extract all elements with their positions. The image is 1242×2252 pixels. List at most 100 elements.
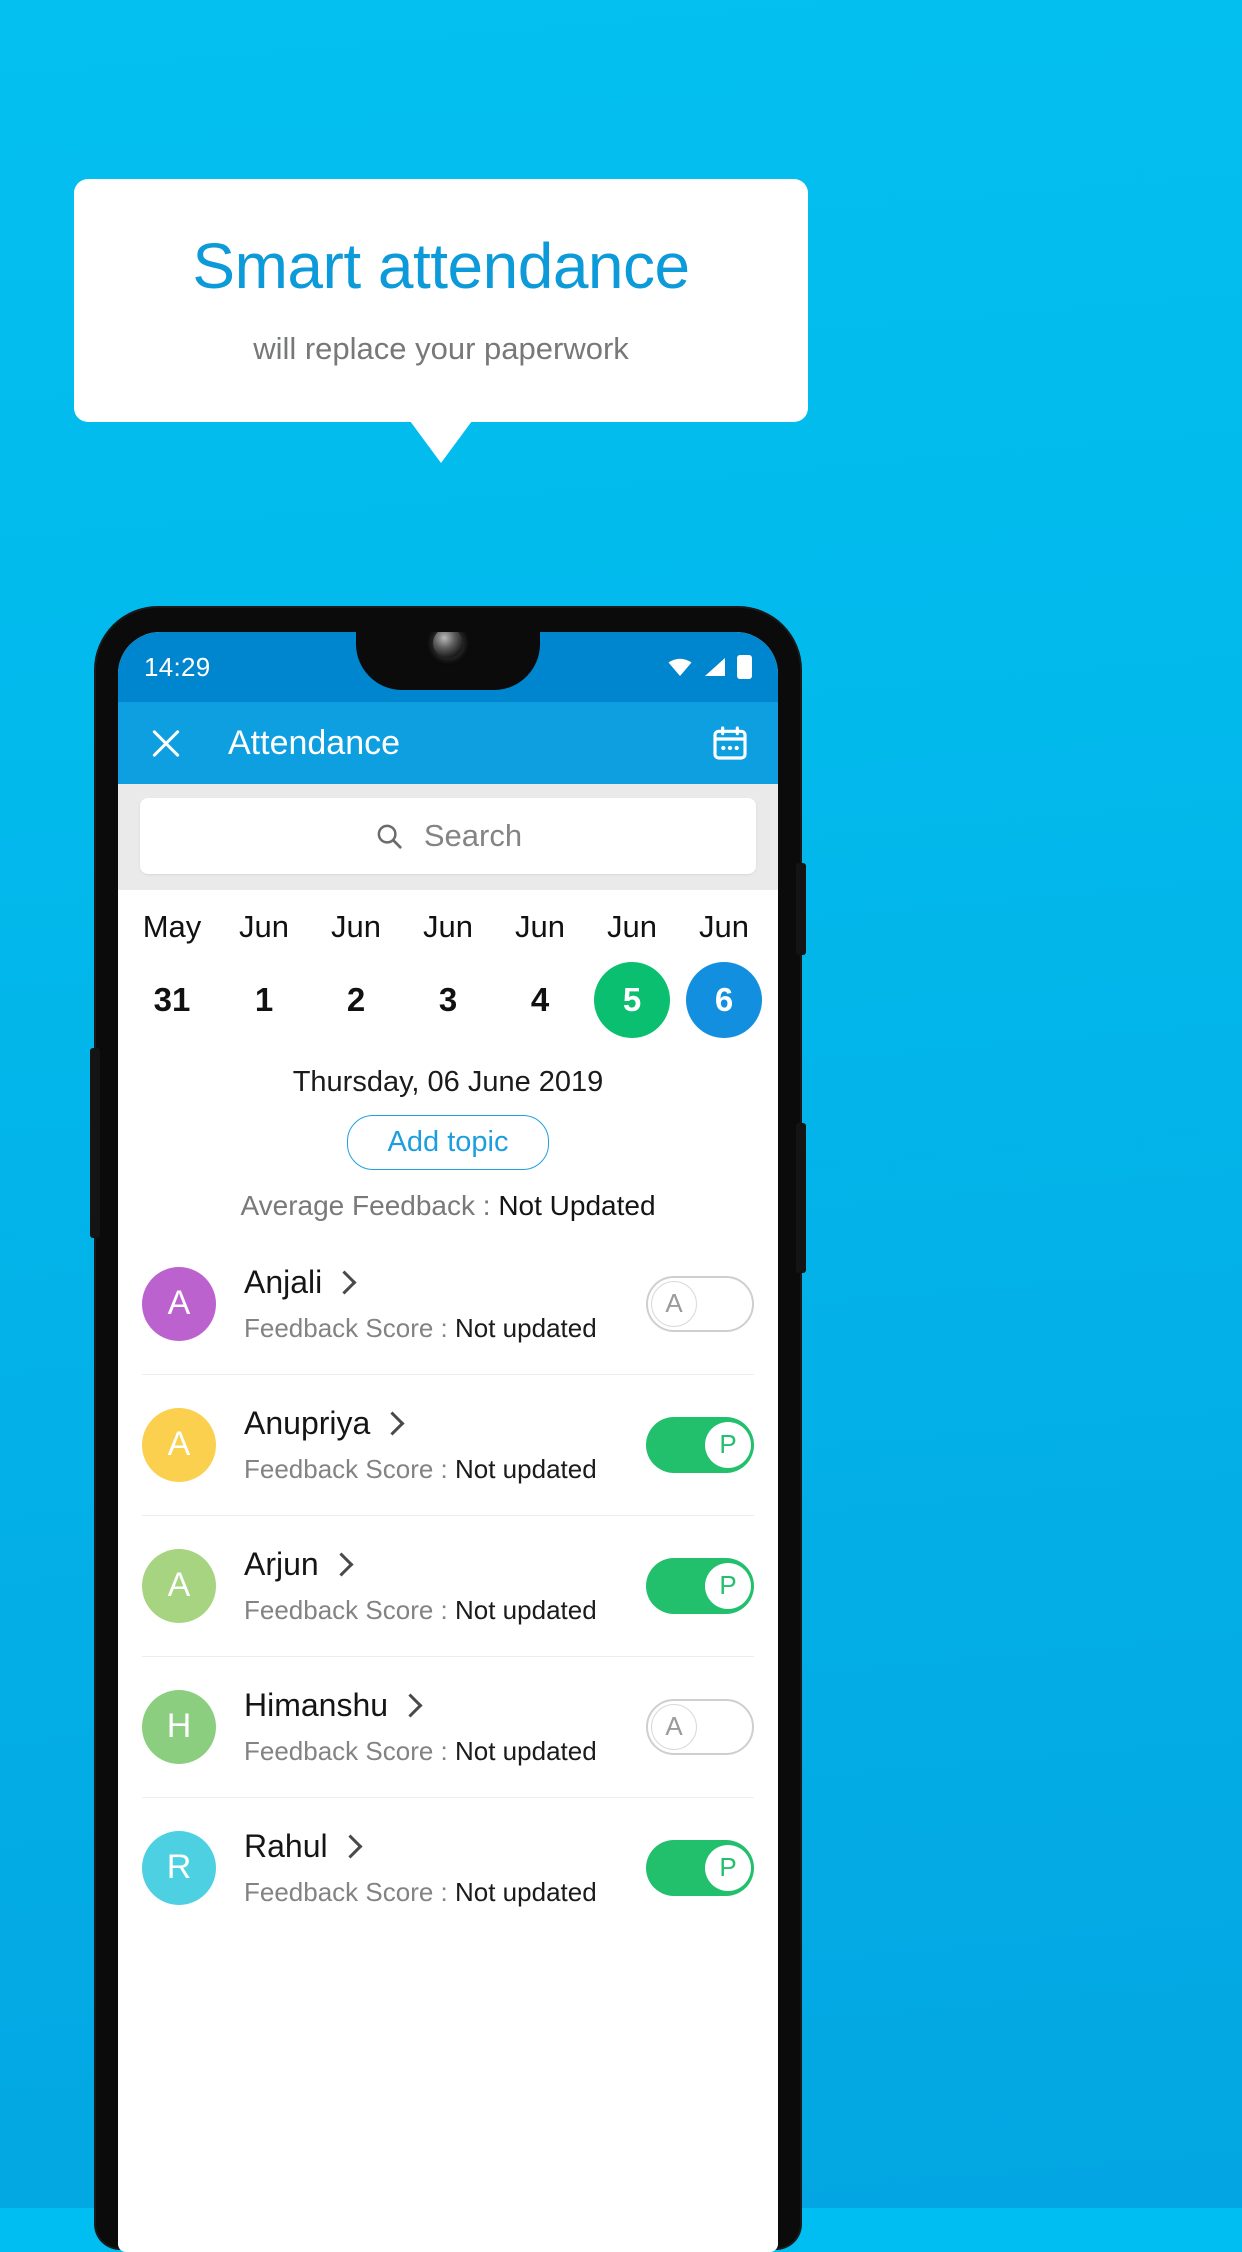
avatar: A (142, 1266, 216, 1341)
date-month: Jun (515, 909, 565, 944)
student-name-row[interactable]: Rahul (244, 1828, 646, 1865)
search-placeholder: Search (423, 818, 523, 853)
feedback-label: Feedback Score : (244, 1594, 455, 1625)
chevron-right-icon (398, 1693, 423, 1718)
date-cell-2[interactable]: Jun 2 (310, 906, 402, 1038)
attendance-toggle[interactable]: A (646, 1698, 754, 1755)
student-name: Himanshu (244, 1686, 389, 1723)
chevron-right-icon (332, 1270, 357, 1295)
page-subtitle: will replace your paperwork (253, 331, 629, 366)
attendance-toggle[interactable]: P (646, 1416, 754, 1473)
signal-icon (705, 658, 725, 676)
feedback-label: Feedback Score : (244, 1312, 455, 1343)
avatar: H (142, 1689, 216, 1764)
feedback-value: Not updated (455, 1312, 597, 1343)
date-cell-5[interactable]: Jun 5 (586, 906, 678, 1038)
student-info: Himanshu Feedback Score : Not updated (244, 1687, 646, 1767)
feedback-value: Not updated (455, 1594, 597, 1625)
attendance-toggle[interactable]: P (646, 1557, 754, 1614)
date-day: 2 (346, 980, 366, 1018)
list-item[interactable]: A Anupriya Feedback Score : Not updated … (118, 1375, 778, 1515)
status-bar-icons (667, 655, 752, 679)
feedback-label: Feedback Score : (244, 1876, 455, 1907)
date-strip: May 31 Jun 1 Jun 2 Jun 3 Jun 4 Jun 5 Jun… (118, 890, 778, 1044)
date-month: Jun (331, 909, 381, 944)
attendance-toggle-knob: A (651, 1280, 697, 1327)
hero-card-tail (410, 421, 472, 463)
date-month: Jun (239, 909, 289, 944)
attendance-toggle-knob: A (651, 1703, 697, 1750)
student-name: Anjali (244, 1263, 323, 1300)
status-bar-time: 14:29 (144, 651, 211, 682)
page-title: Smart attendance (192, 230, 690, 302)
phone-volume-button (796, 1123, 806, 1273)
feedback-label: Feedback Score : (244, 1735, 455, 1766)
date-month: Jun (607, 909, 657, 944)
date-day: 4 (530, 980, 550, 1018)
avatar: R (142, 1830, 216, 1905)
student-name-row[interactable]: Himanshu (244, 1687, 646, 1724)
average-feedback: Average Feedback : Not Updated (118, 1190, 778, 1222)
wifi-icon (668, 658, 692, 676)
average-feedback-value: Not Updated (498, 1189, 656, 1221)
date-month: Jun (699, 909, 749, 944)
front-camera (433, 632, 463, 658)
calendar-icon[interactable] (710, 723, 750, 763)
feedback-value: Not updated (455, 1453, 597, 1484)
date-day: 3 (438, 980, 458, 1018)
phone-power-button (796, 863, 806, 955)
student-name: Anupriya (244, 1404, 371, 1441)
selected-date-label: Thursday, 06 June 2019 (292, 1065, 604, 1098)
student-name-row[interactable]: Arjun (244, 1546, 646, 1583)
list-item[interactable]: H Himanshu Feedback Score : Not updated … (118, 1657, 778, 1797)
student-feedback: Feedback Score : Not updated (244, 1595, 646, 1626)
student-info: Rahul Feedback Score : Not updated (244, 1828, 646, 1908)
app-bar-title: Attendance (228, 723, 401, 762)
list-item[interactable]: R Rahul Feedback Score : Not updated P (118, 1798, 778, 1938)
attendance-toggle-knob: P (705, 1844, 751, 1891)
student-info: Anupriya Feedback Score : Not updated (244, 1405, 646, 1485)
hero-card: Smart attendance will replace your paper… (74, 179, 808, 422)
promo-screen: Smart attendance will replace your paper… (0, 0, 1242, 2252)
search-input[interactable]: Search (140, 798, 756, 874)
date-cell-4[interactable]: Jun 4 (494, 906, 586, 1038)
attendance-toggle-knob: P (705, 1562, 751, 1609)
student-name-row[interactable]: Anjali (244, 1264, 646, 1301)
student-feedback: Feedback Score : Not updated (244, 1454, 646, 1485)
avatar: A (142, 1407, 216, 1482)
student-info: Arjun Feedback Score : Not updated (244, 1546, 646, 1626)
chevron-right-icon (380, 1411, 405, 1436)
phone-mockup: 14:29 Attendance Search May 31 Jun 1 Jun… (90, 608, 806, 2252)
add-topic-row: Add topic (118, 1114, 778, 1170)
date-month: May (142, 909, 202, 944)
battery-icon (737, 655, 752, 679)
avatar: A (142, 1548, 216, 1623)
date-day: 31 (153, 980, 191, 1018)
list-item[interactable]: A Anjali Feedback Score : Not updated A (118, 1234, 778, 1374)
student-list: A Anjali Feedback Score : Not updated A (118, 1234, 778, 1938)
date-cell-3[interactable]: Jun 3 (402, 906, 494, 1038)
date-month: Jun (423, 909, 473, 944)
attendance-toggle[interactable]: A (646, 1275, 754, 1332)
chevron-right-icon (329, 1552, 354, 1577)
student-feedback: Feedback Score : Not updated (244, 1877, 646, 1908)
attendance-toggle[interactable]: P (646, 1839, 754, 1896)
date-cell-6[interactable]: Jun 6 (678, 906, 770, 1038)
student-info: Anjali Feedback Score : Not updated (244, 1264, 646, 1344)
close-icon[interactable] (146, 723, 186, 763)
student-feedback: Feedback Score : Not updated (244, 1736, 646, 1767)
date-day-highlighted: 5 (594, 961, 670, 1038)
date-day-selected: 6 (686, 961, 762, 1038)
date-cell-1[interactable]: Jun 1 (218, 906, 310, 1038)
attendance-toggle-knob: P (705, 1421, 751, 1468)
add-topic-button[interactable]: Add topic (346, 1114, 550, 1170)
feedback-label: Feedback Score : (244, 1453, 455, 1484)
student-name-row[interactable]: Anupriya (244, 1405, 646, 1442)
date-day: 1 (254, 980, 274, 1018)
phone-side-button (90, 1048, 100, 1238)
student-feedback: Feedback Score : Not updated (244, 1313, 646, 1344)
phone-notch (356, 632, 540, 690)
student-name: Rahul (244, 1827, 328, 1864)
date-cell-0[interactable]: May 31 (126, 906, 218, 1038)
list-item[interactable]: A Arjun Feedback Score : Not updated P (118, 1516, 778, 1656)
